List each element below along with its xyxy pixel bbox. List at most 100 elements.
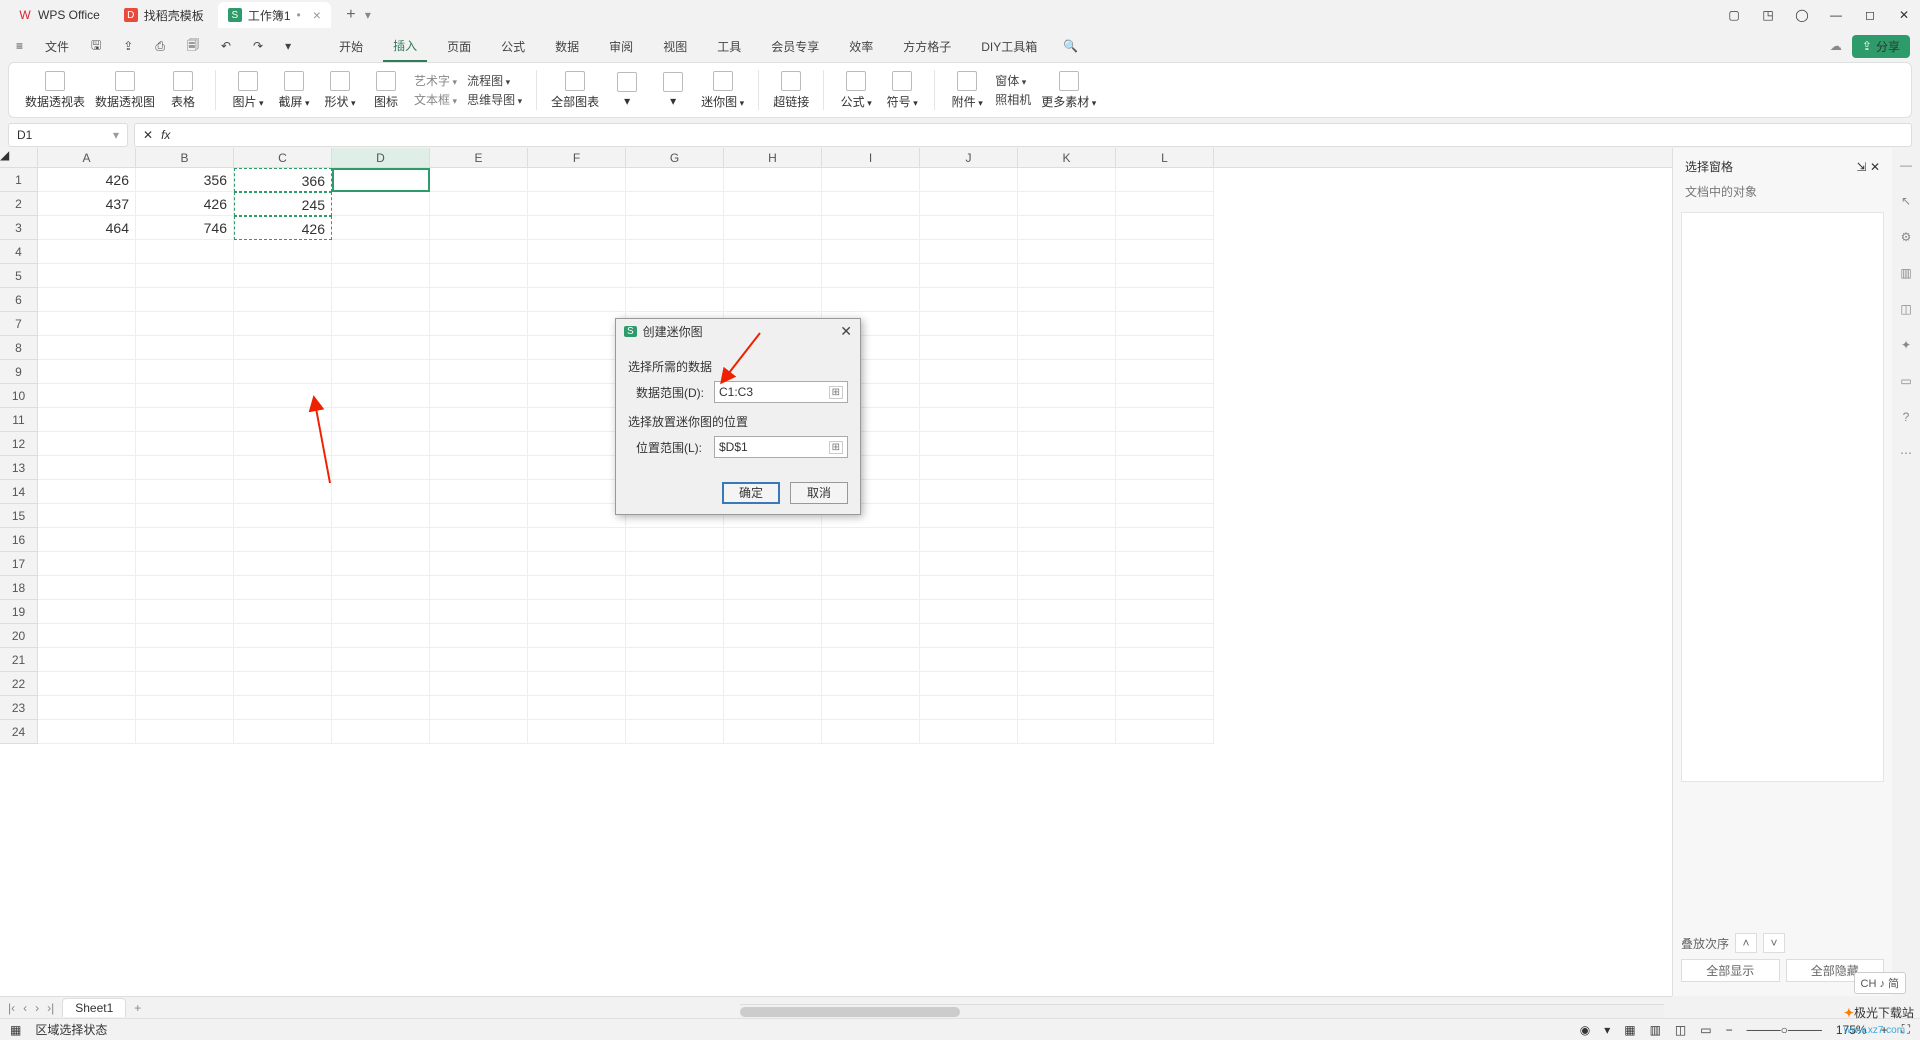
col-F[interactable]: F [528, 148, 626, 167]
cell-C2[interactable]: 245 [234, 192, 332, 216]
redo-icon[interactable]: ↷ [247, 35, 269, 57]
print-preview-icon[interactable]: 🗐 [181, 32, 205, 61]
ribbon-line[interactable]: ▾ [655, 72, 691, 108]
dialog-titlebar[interactable]: S 创建迷你图 ✕ [616, 319, 860, 344]
row-hdr[interactable]: 1 [0, 168, 38, 192]
add-sheet-button[interactable]: + [134, 1001, 141, 1015]
share-button[interactable]: ⇪ 分享 [1852, 35, 1910, 58]
cell-B2[interactable]: 426 [136, 192, 234, 216]
template-tab[interactable]: D 找稻壳模板 [114, 2, 214, 28]
close-tab-icon[interactable]: × [313, 7, 321, 23]
fx-icon[interactable]: fx [161, 128, 170, 142]
ribbon-bar[interactable]: ▾ [609, 72, 645, 108]
col-I[interactable]: I [822, 148, 920, 167]
search-icon[interactable]: 🔍 [1057, 35, 1084, 57]
qat-dropdown-icon[interactable]: ▾ [279, 35, 297, 57]
strip-settings-icon[interactable]: ⚙ [1897, 230, 1915, 248]
ribbon-pivotchart[interactable]: 数据透视图 [95, 71, 155, 110]
objects-listbox[interactable] [1681, 212, 1884, 782]
ribbon-hyperlink[interactable]: 超链接 [773, 71, 809, 110]
menu-view[interactable]: 视图 [653, 32, 697, 61]
cell-D1[interactable] [332, 168, 430, 192]
name-box[interactable]: D1 ▾ [8, 123, 128, 147]
undo-icon[interactable]: ↶ [215, 35, 237, 57]
move-down-button[interactable]: ˅ [1763, 933, 1785, 953]
menu-tools[interactable]: 工具 [707, 32, 751, 61]
tab-menu-icon[interactable]: ▾ [365, 8, 371, 22]
ribbon-picture[interactable]: 图片 [230, 71, 266, 110]
strip-shapes-icon[interactable]: ◫ [1897, 302, 1915, 320]
strip-sparkle-icon[interactable]: ✦ [1897, 338, 1915, 356]
col-C[interactable]: C [234, 148, 332, 167]
col-D[interactable]: D [332, 148, 430, 167]
ribbon-formula[interactable]: 公式 [838, 71, 874, 110]
col-L[interactable]: L [1116, 148, 1214, 167]
show-all-button[interactable]: 全部显示 [1681, 959, 1780, 982]
cloud-icon[interactable]: ☁ [1830, 39, 1842, 53]
ribbon-attachment[interactable]: 附件 [949, 71, 985, 110]
ribbon-allcharts[interactable]: 全部图表 [551, 71, 599, 110]
view-pagebreak-icon[interactable]: ◫ [1675, 1023, 1686, 1037]
strip-help-icon[interactable]: ? [1897, 410, 1915, 428]
close-window-icon[interactable]: ✕ [1896, 8, 1912, 22]
data-range-input[interactable]: C1:C3 ⊞ [714, 381, 848, 403]
formula-bar[interactable]: ✕ fx [134, 123, 1912, 147]
app-tab[interactable]: W WPS Office [8, 2, 110, 28]
ribbon-symbol[interactable]: 符号 [884, 71, 920, 110]
strip-layers-icon[interactable]: ▥ [1897, 266, 1915, 284]
dialog-cancel-button[interactable]: 取消 [790, 482, 848, 504]
workbook-tab[interactable]: S 工作簿1 • × [218, 2, 331, 28]
ribbon-icon[interactable]: 图标 [368, 71, 404, 110]
ribbon-shape[interactable]: 形状 [322, 71, 358, 110]
strip-more-icon[interactable]: ⋯ [1897, 446, 1915, 464]
avatar-icon[interactable]: ◯ [1794, 8, 1810, 22]
menu-data[interactable]: 数据 [545, 32, 589, 61]
strip-collapse-icon[interactable]: — [1897, 158, 1915, 176]
select-all-corner[interactable]: ◢ [0, 148, 38, 167]
ribbon-textbox[interactable]: 文本框 [414, 91, 457, 108]
col-A[interactable]: A [38, 148, 136, 167]
menu-start[interactable]: 开始 [329, 32, 373, 61]
menu-efficiency[interactable]: 效率 [839, 32, 883, 61]
cube-icon[interactable]: ◳ [1760, 8, 1776, 22]
ribbon-screenshot[interactable]: 截屏 [276, 71, 312, 110]
ribbon-form[interactable]: 窗体 [995, 72, 1031, 89]
view-normal-icon[interactable]: ▦ [1624, 1023, 1635, 1037]
cell-C3[interactable]: 426 [234, 216, 332, 240]
col-E[interactable]: E [430, 148, 528, 167]
menu-insert[interactable]: 插入 [383, 31, 427, 62]
sheet-tab-1[interactable]: Sheet1 [62, 998, 126, 1017]
view-reading-icon[interactable]: ▭ [1700, 1023, 1711, 1037]
location-range-input[interactable]: $D$1 ⊞ [714, 436, 848, 458]
close-pane-icon[interactable]: ✕ [1870, 160, 1880, 174]
new-tab-button[interactable]: + [341, 6, 361, 24]
cell-A1[interactable]: 426 [38, 168, 136, 192]
sheet-nav-first-icon[interactable]: |‹ [8, 1001, 15, 1015]
ribbon-artword[interactable]: 艺术字 [414, 72, 457, 89]
col-J[interactable]: J [920, 148, 1018, 167]
export-icon[interactable]: ⇪ [117, 35, 139, 57]
spreadsheet-grid[interactable]: ◢ A B C D E F G H I J K L 1 426 356 366 … [0, 148, 1672, 996]
dialog-close-icon[interactable]: ✕ [840, 323, 852, 340]
maximize-icon[interactable]: ◻ [1862, 8, 1878, 22]
view-pagelayout-icon[interactable]: ▥ [1650, 1023, 1661, 1037]
cell-A2[interactable]: 437 [38, 192, 136, 216]
pin-icon[interactable]: ⇲ [1857, 160, 1867, 174]
name-box-dropdown-icon[interactable]: ▾ [113, 128, 119, 142]
ribbon-table[interactable]: 表格 [165, 71, 201, 110]
menu-review[interactable]: 审阅 [599, 32, 643, 61]
hamburger-icon[interactable]: ≡ [10, 35, 29, 57]
menu-diy[interactable]: DIY工具箱 [971, 32, 1047, 61]
sheet-nav-next-icon[interactable]: › [35, 1001, 39, 1015]
col-G[interactable]: G [626, 148, 724, 167]
file-menu[interactable]: 文件 [39, 34, 75, 59]
menu-ffgz[interactable]: 方方格子 [893, 32, 961, 61]
zoom-out-icon[interactable]: − [1726, 1023, 1733, 1037]
strip-clip-icon[interactable]: ▭ [1897, 374, 1915, 392]
ime-indicator[interactable]: CH ♪ 简 [1854, 972, 1907, 994]
status-grid-icon[interactable]: ▦ [10, 1023, 21, 1037]
horizontal-scrollbar[interactable] [740, 1004, 1664, 1018]
ribbon-more[interactable]: 更多素材 [1041, 71, 1096, 110]
ribbon-flowchart[interactable]: 流程图 [467, 72, 522, 89]
cancel-entry-icon[interactable]: ✕ [143, 128, 153, 142]
